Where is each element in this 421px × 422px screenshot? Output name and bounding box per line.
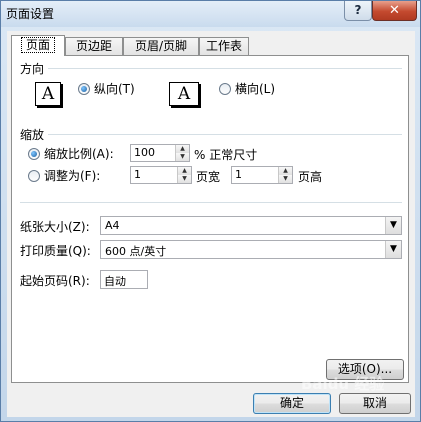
fit-to-radio[interactable]: 调整为(F): [28,167,100,184]
portrait-label: 纵向(T) [94,82,135,96]
first-page-input[interactable]: 自动 [100,270,148,289]
adjust-to-label: 缩放比例(A): [44,147,114,161]
scaling-section-title: 缩放 [20,128,45,142]
tab-sheet[interactable]: 工作表 [199,37,249,55]
spin-down-icon[interactable]: ▼ [176,153,189,161]
close-button[interactable]: ✕ [372,1,417,21]
paper-divider [20,202,402,203]
print-quality-value: 600 点/英寸 [105,245,167,258]
dialog-client: 页面 页边距 页眉/页脚 工作表 方向 A 纵向(T) A 横向(L) 缩放 缩… [7,31,415,417]
fit-pages-tall-arrows[interactable]: ▲ ▼ [278,167,292,183]
page-setup-dialog: 页面设置 ? ✕ 页面 页边距 页眉/页脚 工作表 方向 A 纵向(T) A 横… [0,0,421,422]
tab-page[interactable]: 页面 [11,35,65,56]
landscape-radio-button[interactable] [219,82,231,95]
fit-pages-wide-value[interactable]: 1 [134,168,141,181]
tab-page-label: 页面 [20,37,55,53]
spin-up-icon[interactable]: ▲ [279,167,292,175]
cancel-button[interactable]: 取消 [339,393,411,414]
options-button[interactable]: 选项(O)... [326,359,404,380]
landscape-label: 横向(L) [235,82,276,96]
title-bar[interactable]: 页面设置 ? ✕ [1,1,420,27]
window-title: 页面设置 [6,7,55,21]
orientation-divider [48,68,402,69]
chevron-down-icon[interactable]: ▼ [385,217,401,234]
spin-up-icon[interactable]: ▲ [176,145,189,153]
ok-button[interactable]: 确定 [253,393,331,414]
portrait-radio[interactable]: 纵向(T) [78,80,135,97]
print-quality-label: 打印质量(Q): [20,244,91,258]
help-button[interactable]: ? [344,1,372,21]
tab-margins-label: 页边距 [75,39,112,53]
adjust-to-radio[interactable]: 缩放比例(A): [28,145,114,162]
adjust-to-radio-button[interactable] [28,147,40,160]
landscape-icon: A [169,82,199,106]
help-icon: ? [354,3,362,17]
fit-to-label: 调整为(F): [44,169,101,183]
fit-pages-tall-unit: 页高 [298,170,323,184]
fit-pages-tall-spinner[interactable]: 1 ▲ ▼ [231,166,293,184]
scale-percent-spinner[interactable]: 100 ▲ ▼ [130,144,190,162]
paper-size-select[interactable]: A4 ▼ [100,216,402,235]
portrait-icon: A [35,82,61,106]
fit-pages-tall-value[interactable]: 1 [235,168,242,181]
fit-to-radio-button[interactable] [28,169,40,182]
spin-down-icon[interactable]: ▼ [178,175,191,183]
tab-header-footer[interactable]: 页眉/页脚 [123,37,199,55]
spin-down-icon[interactable]: ▼ [279,175,292,183]
tab-panel-page: 方向 A 纵向(T) A 横向(L) 缩放 缩放比例(A): 100 ▲ ▼ %… [11,55,409,383]
landscape-radio[interactable]: 横向(L) [219,80,275,97]
fit-pages-wide-spinner[interactable]: 1 ▲ ▼ [130,166,192,184]
scale-percent-arrows[interactable]: ▲ ▼ [175,145,189,161]
orientation-section-title: 方向 [20,62,45,76]
tab-margins[interactable]: 页边距 [65,37,123,55]
scale-percent-unit: % 正常尺寸 [194,148,258,162]
chevron-down-icon[interactable]: ▼ [385,241,401,258]
paper-size-label: 纸张大小(Z): [20,220,90,234]
fit-pages-wide-unit: 页宽 [196,170,221,184]
scale-percent-value[interactable]: 100 [134,146,155,159]
print-quality-select[interactable]: 600 点/英寸 ▼ [100,240,402,259]
tab-sheet-label: 工作表 [205,39,242,53]
close-icon: ✕ [389,3,400,18]
paper-size-value: A4 [105,219,120,232]
portrait-radio-button[interactable] [78,82,90,95]
tab-header-footer-label: 页眉/页脚 [134,39,188,53]
fit-pages-wide-arrows[interactable]: ▲ ▼ [177,167,191,183]
spin-up-icon[interactable]: ▲ [178,167,191,175]
scaling-divider [48,134,402,135]
first-page-label: 起始页码(R): [20,274,90,288]
